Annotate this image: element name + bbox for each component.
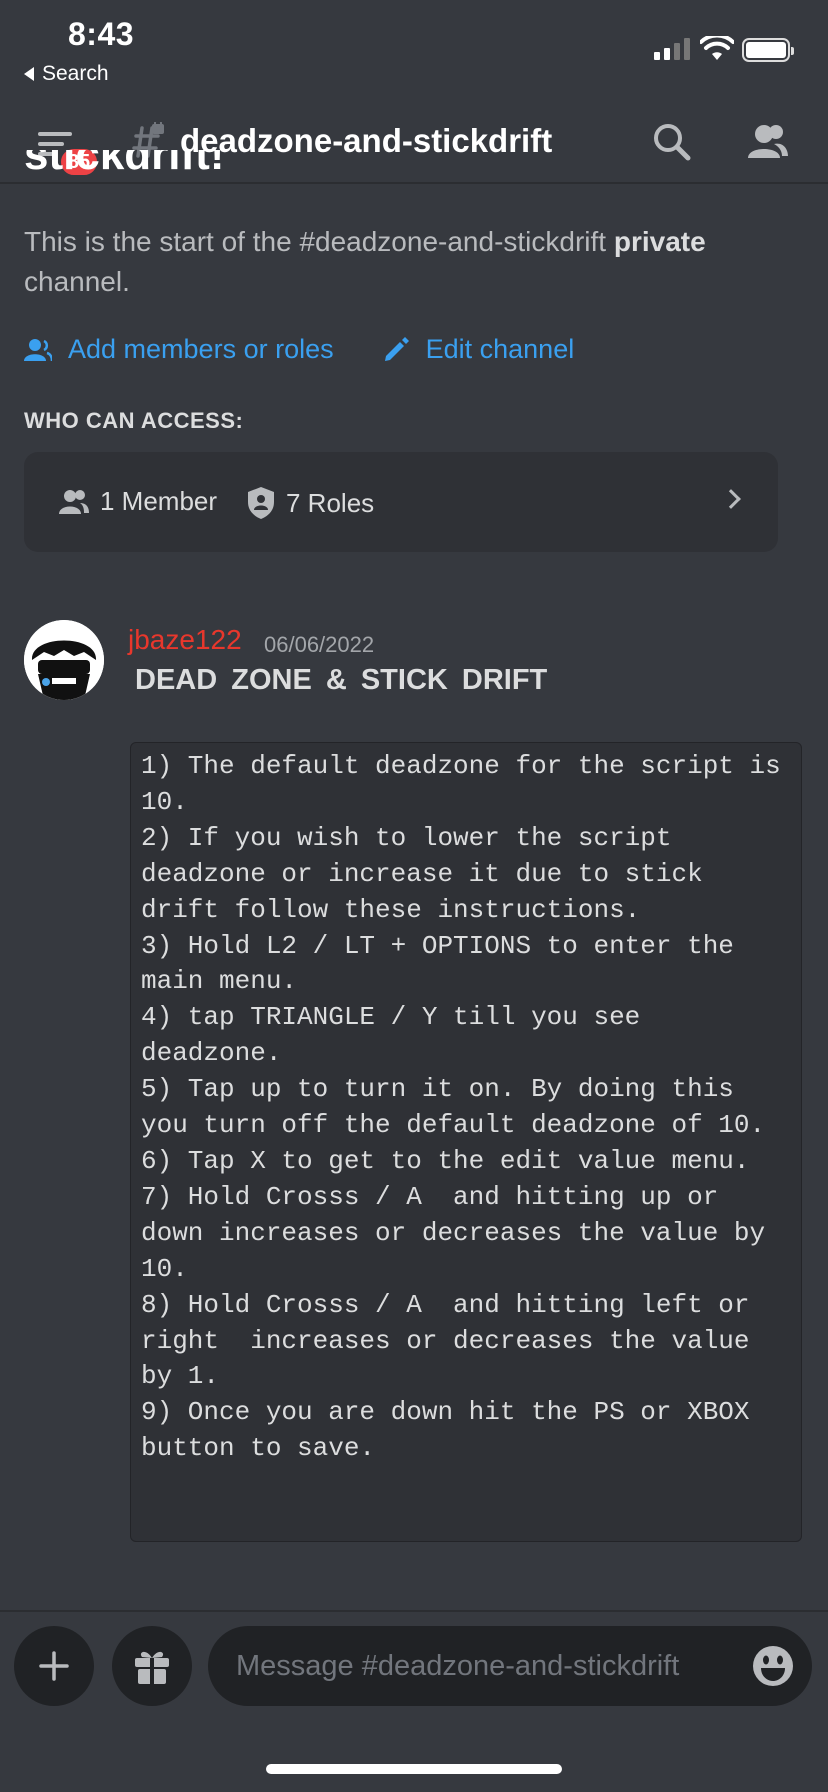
back-to-search-button[interactable]: Search: [24, 62, 109, 86]
channel-welcome-title: stickdrift!: [24, 150, 225, 179]
wifi-icon: [700, 36, 734, 60]
channel-actions: Add members or roles Edit channel: [24, 334, 574, 365]
private-label: private: [613, 226, 706, 257]
message-input-container: [208, 1626, 812, 1706]
roles-count: 7 Roles: [246, 486, 374, 520]
add-attachment-button[interactable]: [14, 1626, 94, 1706]
who-can-access-heading: WHO CAN ACCESS:: [24, 408, 244, 433]
back-arrow-icon: [24, 67, 34, 81]
home-indicator[interactable]: [266, 1764, 562, 1774]
members-icon: [59, 489, 89, 514]
cellular-signal-icon: [654, 38, 690, 60]
add-member-icon: [24, 338, 52, 361]
edit-channel-button[interactable]: Edit channel: [382, 334, 575, 365]
add-members-label: Add members or roles: [68, 334, 334, 364]
search-icon[interactable]: [650, 120, 694, 164]
pencil-icon: [384, 336, 409, 361]
code-block-text: 1) The default deadzone for the script i…: [141, 751, 781, 1464]
shield-icon: [248, 487, 274, 519]
battery-icon: [742, 38, 794, 62]
gift-button[interactable]: [112, 1626, 192, 1706]
avatar-image: [24, 620, 104, 700]
message-input[interactable]: [236, 1626, 736, 1706]
members-count: 1 Member: [58, 486, 217, 517]
gift-icon: [135, 1651, 169, 1684]
add-members-button[interactable]: Add members or roles: [24, 334, 334, 365]
access-card[interactable]: 1 Member 7 Roles: [24, 452, 778, 552]
message-author[interactable]: jbaze122: [128, 624, 242, 656]
code-block: 1) The default deadzone for the script i…: [130, 742, 802, 1542]
channel-title: deadzone-and-stickdrift: [180, 122, 553, 159]
message-title: DEAD ZONE & STICK DRIFT: [135, 664, 548, 696]
chevron-right-icon: [721, 489, 741, 509]
back-search-label: Search: [42, 62, 109, 85]
status-time: 8:43: [68, 16, 135, 52]
message-timestamp: 06/06/2022: [264, 632, 375, 657]
plus-icon: [39, 1651, 69, 1681]
channel-intro-text: This is the start of the #deadzone-and-s…: [24, 226, 706, 297]
avatar[interactable]: [24, 620, 104, 700]
edit-channel-label: Edit channel: [425, 334, 575, 364]
status-bar: 8:43 Search: [0, 0, 828, 110]
emoji-icon[interactable]: [752, 1645, 794, 1687]
members-icon[interactable]: [744, 120, 790, 164]
